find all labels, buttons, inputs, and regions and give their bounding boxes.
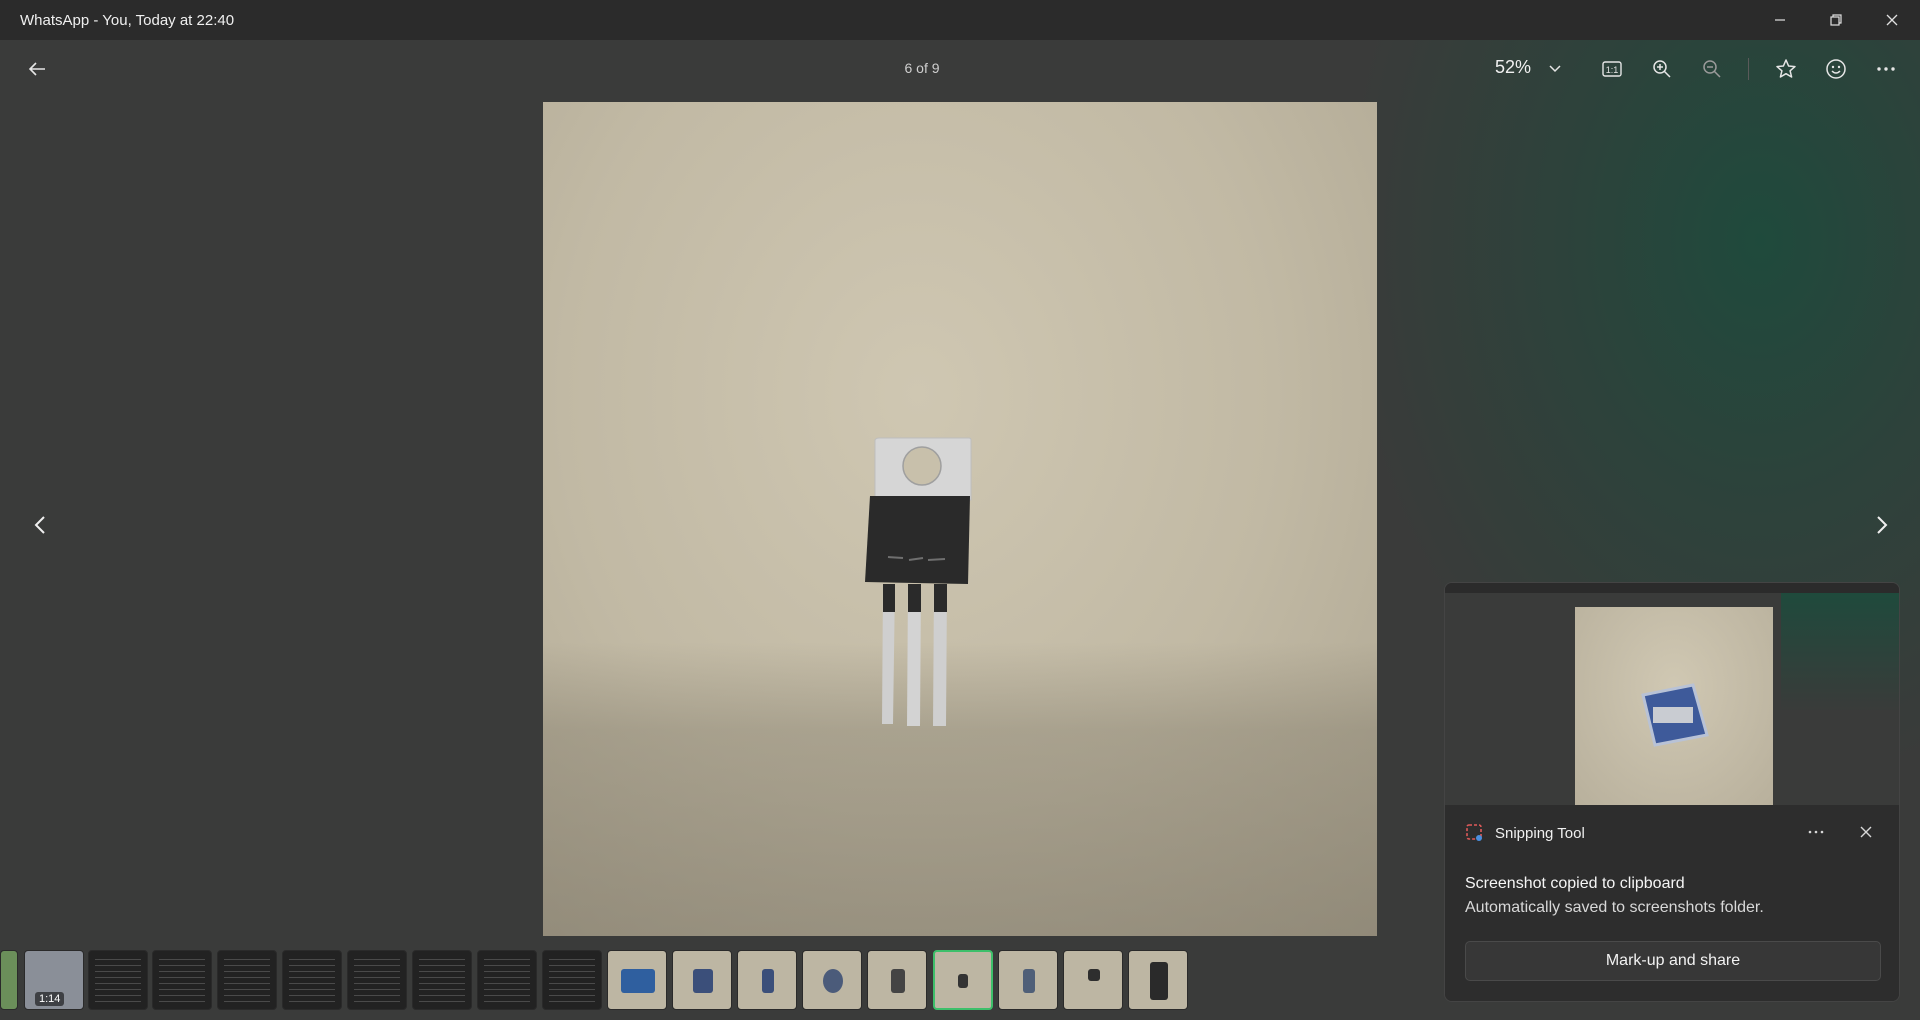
favorite-button[interactable] bbox=[1771, 54, 1801, 84]
voltage-regulator-image bbox=[865, 437, 972, 726]
minimize-button[interactable] bbox=[1752, 0, 1808, 40]
filmstrip: 1:14 bbox=[0, 950, 1440, 1012]
notification-heading: Screenshot copied to clipboard bbox=[1465, 875, 1685, 892]
video-duration: 1:14 bbox=[35, 992, 65, 1006]
filmstrip-thumbnail[interactable] bbox=[477, 950, 537, 1010]
filmstrip-thumbnail[interactable] bbox=[672, 950, 732, 1010]
snipping-tool-icon bbox=[1466, 824, 1482, 841]
filmstrip-thumbnail[interactable] bbox=[412, 950, 472, 1010]
preview-titlebar bbox=[1445, 583, 1899, 593]
viewer-toolbar: 6 of 9 52% 1:1 bbox=[0, 40, 1920, 98]
filmstrip-thumbnail[interactable] bbox=[217, 950, 277, 1010]
main-photo bbox=[543, 102, 1377, 936]
zoom-in-icon bbox=[1653, 60, 1671, 78]
close-window-button[interactable] bbox=[1864, 0, 1920, 40]
filmstrip-thumbnail[interactable]: 1:14 bbox=[24, 950, 84, 1010]
restore-button[interactable] bbox=[1808, 0, 1864, 40]
window-controls bbox=[1752, 0, 1920, 40]
previous-image-button[interactable] bbox=[25, 510, 55, 540]
react-button[interactable] bbox=[1821, 54, 1851, 84]
filmstrip-thumbnail[interactable] bbox=[542, 950, 602, 1010]
zoom-in-button[interactable] bbox=[1647, 54, 1677, 84]
close-icon bbox=[1886, 14, 1898, 26]
next-image-button[interactable] bbox=[1867, 510, 1897, 540]
zoom-dropdown-button[interactable] bbox=[1540, 54, 1570, 84]
window-title: WhatsApp - You, Today at 22:40 bbox=[20, 11, 235, 29]
more-icon bbox=[1877, 67, 1895, 71]
actual-size-button[interactable]: 1:1 bbox=[1597, 54, 1627, 84]
filmstrip-thumbnail[interactable] bbox=[1128, 950, 1188, 1010]
filmstrip-thumbnail[interactable] bbox=[0, 950, 18, 1010]
close-icon bbox=[1860, 826, 1872, 838]
notification-subtext: Automatically saved to screenshots folde… bbox=[1465, 899, 1764, 916]
preview-image bbox=[1641, 683, 1709, 747]
preview-photo bbox=[1575, 607, 1773, 805]
preview-background bbox=[1781, 593, 1899, 713]
chevron-down-icon bbox=[1549, 65, 1561, 73]
filmstrip-thumbnail[interactable] bbox=[347, 950, 407, 1010]
filmstrip-thumbnail[interactable] bbox=[998, 950, 1058, 1010]
notification-close-button[interactable] bbox=[1851, 819, 1881, 845]
zoom-out-button[interactable] bbox=[1697, 54, 1727, 84]
previous-icon bbox=[34, 516, 45, 534]
mark-up-and-share-button[interactable]: Mark-up and share bbox=[1465, 941, 1881, 981]
minimize-icon bbox=[1775, 19, 1785, 21]
notification-more-button[interactable] bbox=[1801, 819, 1831, 845]
star-icon bbox=[1776, 59, 1796, 78]
zoom-out-icon bbox=[1703, 60, 1721, 78]
toolbar-separator bbox=[1748, 58, 1749, 80]
title-bar: WhatsApp - You, Today at 22:40 bbox=[0, 0, 1920, 40]
svg-text:1:1: 1:1 bbox=[1606, 65, 1619, 75]
next-icon bbox=[1877, 516, 1888, 534]
filmstrip-thumbnail[interactable] bbox=[737, 950, 797, 1010]
more-icon bbox=[1808, 830, 1824, 834]
filmstrip-thumbnail[interactable] bbox=[1063, 950, 1123, 1010]
maximize-icon bbox=[1830, 14, 1842, 26]
snipping-tool-notification[interactable]: Snipping Tool Screenshot copied to clipb… bbox=[1444, 582, 1900, 1002]
filmstrip-thumbnail[interactable] bbox=[88, 950, 148, 1010]
notification-body: Snipping Tool Screenshot copied to clipb… bbox=[1445, 805, 1899, 1001]
zoom-level[interactable]: 52% bbox=[1495, 57, 1531, 78]
more-options-button[interactable] bbox=[1871, 54, 1901, 84]
filmstrip-thumbnail-selected[interactable] bbox=[933, 950, 993, 1010]
filmstrip-thumbnail[interactable] bbox=[607, 950, 667, 1010]
filmstrip-thumbnail[interactable] bbox=[282, 950, 342, 1010]
filmstrip-thumbnail[interactable] bbox=[867, 950, 927, 1010]
emoji-icon bbox=[1826, 59, 1846, 79]
screenshot-preview[interactable] bbox=[1445, 583, 1899, 805]
filmstrip-thumbnail[interactable] bbox=[802, 950, 862, 1010]
notification-app-row: Snipping Tool bbox=[1465, 823, 1585, 843]
filmstrip-thumbnail[interactable] bbox=[152, 950, 212, 1010]
notification-app-name: Snipping Tool bbox=[1495, 824, 1585, 842]
actual-size-icon: 1:1 bbox=[1602, 61, 1622, 77]
